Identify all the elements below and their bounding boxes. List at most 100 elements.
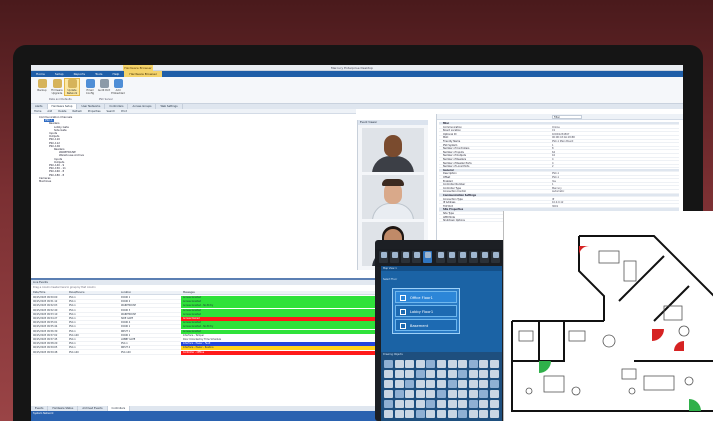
add-embedded-button[interactable]: Add Embedded bbox=[111, 79, 125, 95]
drawing-object-icon[interactable] bbox=[447, 410, 457, 418]
drawing-object-icon[interactable] bbox=[490, 410, 499, 418]
drawing-object-icon[interactable] bbox=[479, 400, 489, 408]
tree-node[interactable]: Machines bbox=[39, 180, 51, 183]
floor-item[interactable]: Office Floor1 bbox=[395, 291, 457, 303]
drawing-object-icon[interactable] bbox=[479, 360, 489, 368]
tool-icon[interactable] bbox=[491, 251, 500, 263]
floor-item[interactable]: Lobby Floor1 bbox=[395, 305, 457, 317]
drawing-object-icon[interactable] bbox=[458, 360, 468, 368]
drawing-object-icon[interactable] bbox=[479, 390, 489, 398]
drawing-object-icon[interactable] bbox=[479, 380, 489, 388]
properties-search-input[interactable]: Filter bbox=[552, 115, 582, 119]
tree-node[interactable]: Warehouse Archive bbox=[59, 154, 84, 157]
drawing-object-icon[interactable] bbox=[437, 370, 446, 378]
drawing-object-icon[interactable] bbox=[426, 400, 436, 408]
drawing-object-icon[interactable] bbox=[415, 360, 425, 368]
drawing-object-icon[interactable] bbox=[458, 370, 468, 378]
toolbar-search-button[interactable]: Search bbox=[104, 109, 119, 113]
column-header[interactable]: Panel/Device bbox=[69, 291, 84, 295]
column-header[interactable]: Messages bbox=[183, 291, 195, 295]
drawing-object-icon[interactable] bbox=[405, 380, 415, 388]
drawing-object-icon[interactable] bbox=[447, 360, 457, 368]
drawing-object-icon[interactable] bbox=[426, 380, 436, 388]
drawing-object-icon[interactable] bbox=[490, 380, 499, 388]
drawing-object-icon[interactable] bbox=[437, 400, 446, 408]
tool-icon[interactable] bbox=[480, 251, 489, 263]
drawing-object-icon[interactable] bbox=[437, 380, 446, 388]
audit-port-button[interactable]: Audit Port bbox=[97, 79, 111, 92]
tree-node[interactable]: PSC-180 - 8 bbox=[49, 174, 64, 177]
drawing-object-icon[interactable] bbox=[437, 390, 446, 398]
tool-icon[interactable] bbox=[469, 251, 478, 263]
tool-icon[interactable] bbox=[401, 251, 410, 263]
drawing-object-icon[interactable] bbox=[394, 410, 404, 418]
drawing-object-icon[interactable] bbox=[458, 400, 468, 408]
drawing-object-icon[interactable] bbox=[426, 390, 436, 398]
drawing-object-icon[interactable] bbox=[394, 360, 404, 368]
drawing-object-icon[interactable] bbox=[458, 390, 468, 398]
drawing-object-icon[interactable] bbox=[405, 410, 415, 418]
drawing-object-icon[interactable] bbox=[415, 380, 425, 388]
drawing-object-icon[interactable] bbox=[405, 390, 415, 398]
drawing-object-icon[interactable] bbox=[458, 410, 468, 418]
drawing-object-icon[interactable] bbox=[447, 370, 457, 378]
drawing-object-icon[interactable] bbox=[447, 380, 457, 388]
tool-icon[interactable] bbox=[436, 251, 445, 263]
column-header[interactable]: Location bbox=[121, 291, 131, 295]
floor-item[interactable]: Basement bbox=[395, 319, 457, 331]
drawing-object-icon[interactable] bbox=[479, 410, 489, 418]
drawing-object-icon[interactable] bbox=[405, 370, 415, 378]
drawing-object-icon[interactable] bbox=[394, 380, 404, 388]
drawing-object-icon[interactable] bbox=[394, 400, 404, 408]
camera-tile[interactable] bbox=[362, 175, 424, 219]
table-row[interactable]: 06/15/2023 09:59:48 PSC-140 PSC-140 Control… bbox=[31, 350, 411, 355]
drawing-object-icon[interactable] bbox=[415, 370, 425, 378]
toolbar-refresh-button[interactable]: Refresh bbox=[69, 109, 84, 113]
drawing-object-icon[interactable] bbox=[405, 360, 415, 368]
tool-icon[interactable] bbox=[412, 251, 421, 263]
drawing-object-icon[interactable] bbox=[394, 390, 404, 398]
drawing-object-icon[interactable] bbox=[490, 400, 499, 408]
drawing-object-icon[interactable] bbox=[447, 400, 457, 408]
drawing-object-icon[interactable] bbox=[384, 390, 393, 398]
tool-icon[interactable] bbox=[379, 251, 388, 263]
drawing-object-icon[interactable] bbox=[468, 360, 478, 368]
toolbar-add-button[interactable]: Add bbox=[44, 109, 55, 113]
drawing-object-icon[interactable] bbox=[468, 390, 478, 398]
camera-tile[interactable] bbox=[362, 128, 424, 172]
drawing-object-icon[interactable] bbox=[426, 360, 436, 368]
drawing-object-icon[interactable] bbox=[490, 390, 499, 398]
drawing-object-icon[interactable] bbox=[384, 360, 393, 368]
drawing-object-icon[interactable] bbox=[490, 360, 499, 368]
email-config-button[interactable]: Email Config bbox=[83, 79, 97, 95]
drawing-object-icon[interactable] bbox=[437, 410, 446, 418]
drawing-object-icon[interactable] bbox=[468, 380, 478, 388]
drawing-object-icon[interactable] bbox=[447, 390, 457, 398]
drawing-object-icon[interactable] bbox=[384, 400, 393, 408]
toolbar-print-button[interactable]: Print bbox=[118, 109, 130, 113]
drawing-object-icon[interactable] bbox=[468, 410, 478, 418]
toolbar-home-button[interactable]: Home bbox=[31, 109, 44, 113]
backup-button[interactable]: Backup bbox=[35, 79, 49, 92]
drawing-object-icon[interactable] bbox=[415, 410, 425, 418]
drawing-object-icon[interactable] bbox=[415, 390, 425, 398]
toolbar-properties-button[interactable]: Properties bbox=[85, 109, 104, 113]
column-header[interactable]: Date/Time bbox=[33, 291, 45, 295]
drawing-object-icon[interactable] bbox=[490, 370, 499, 378]
firmware-upgrade-button[interactable]: Firmware Upgrade bbox=[50, 79, 64, 95]
tool-icon[interactable] bbox=[458, 251, 467, 263]
drawing-object-icon[interactable] bbox=[415, 400, 425, 408]
drawing-object-icon[interactable] bbox=[384, 410, 393, 418]
drawing-object-icon[interactable] bbox=[458, 380, 468, 388]
toolbar-delete-button[interactable]: Delete bbox=[55, 109, 69, 113]
drawing-object-icon[interactable] bbox=[394, 370, 404, 378]
drawing-object-icon[interactable] bbox=[468, 400, 478, 408]
update-network-button[interactable]: Update Network bbox=[64, 78, 80, 96]
drawing-object-icon[interactable] bbox=[468, 370, 478, 378]
tool-icon[interactable] bbox=[390, 251, 399, 263]
drawing-object-icon[interactable] bbox=[426, 370, 436, 378]
drawing-object-icon[interactable] bbox=[426, 410, 436, 418]
tool-icon[interactable] bbox=[423, 251, 432, 263]
drawing-object-icon[interactable] bbox=[405, 400, 415, 408]
drawing-object-icon[interactable] bbox=[384, 380, 393, 388]
